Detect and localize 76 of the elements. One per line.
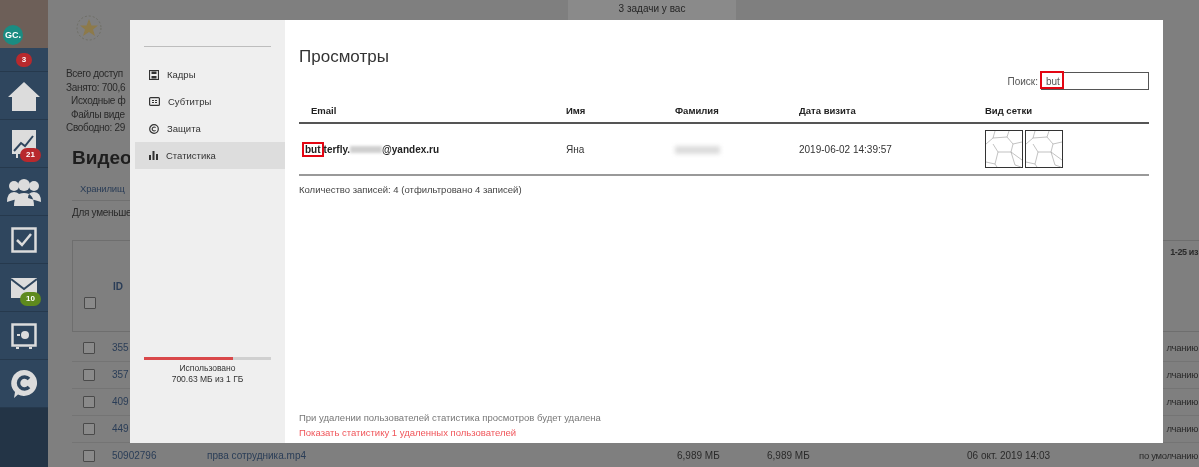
storage-info-text: Занято: 700,6	[66, 80, 126, 94]
nav-item[interactable]	[0, 168, 48, 216]
mail-icon	[11, 277, 37, 298]
table-cell: лчанию	[1166, 369, 1198, 380]
table-cell: 357	[112, 369, 129, 380]
row-checkbox[interactable]	[82, 341, 95, 354]
storage-info-text: Исходные ф	[70, 94, 126, 108]
storage-usage: 700.63 МБ из 1 ГБ	[171, 374, 244, 385]
safe-icon	[11, 322, 37, 349]
bar-chart-icon	[149, 151, 158, 160]
table-cell: 06 окт. 2019 14:03	[967, 450, 1051, 461]
row-checkbox[interactable]	[83, 296, 96, 309]
count-badge: 3	[15, 52, 33, 67]
table-cell: лчанию	[1166, 342, 1198, 353]
menu-item[interactable]: Субтитры	[135, 88, 285, 115]
count-badge: 21	[20, 148, 41, 162]
column-header: Фамилия	[675, 104, 719, 116]
table-cell: 6,989 МБ	[767, 450, 810, 461]
storage-info-text: Всего доступ	[66, 67, 123, 81]
star-logo-icon	[76, 14, 102, 44]
avatar-photo[interactable]: GC.	[0, 0, 48, 48]
search-field[interactable]: but	[1041, 72, 1149, 90]
menu-item[interactable]: Статистика	[135, 142, 285, 169]
table-cell: лчанию	[1166, 423, 1198, 434]
pagination-text: 1-25 из	[1169, 245, 1198, 259]
nav-item[interactable]	[0, 72, 48, 120]
table-cell: Яна	[566, 143, 585, 155]
column-header: Вид сетки	[985, 104, 1033, 116]
table-cell: прва сотрудника.mp4	[207, 450, 306, 461]
nav-item[interactable]	[0, 216, 48, 264]
record-count: Количество записей: 4 (отфильтровано 4 записей)	[299, 184, 522, 195]
row-checkbox[interactable]	[82, 368, 95, 381]
checkbox-icon	[11, 226, 37, 253]
row-checkbox[interactable]	[82, 449, 95, 462]
menu-item[interactable]: Защита	[135, 115, 285, 142]
table-cell: 355	[112, 342, 129, 353]
storage-label: Использовано	[179, 363, 236, 374]
menu-item[interactable]: Кадры	[135, 61, 285, 88]
hint-text: Для уменьше	[72, 205, 132, 220]
nav-item[interactable]	[0, 360, 48, 408]
table-cell: 6,989 МБ	[677, 450, 720, 461]
count-badge: 10	[20, 292, 41, 306]
users-icon	[6, 177, 42, 206]
deleted-users-link[interactable]: Показать статистику 1 удаленных пользователей	[299, 426, 517, 439]
blurred-text	[675, 145, 720, 154]
notification-row[interactable]: 3	[0, 48, 48, 72]
table-cell: 50902796	[112, 450, 157, 461]
table-cell: лчанию	[1166, 396, 1198, 407]
storage-info-text: Свободно: 29	[66, 121, 126, 135]
table-cell: по умолчанию	[1139, 450, 1198, 461]
chat-icon	[10, 368, 38, 399]
avatar-initials: GC.	[3, 25, 23, 45]
table-cell: 409	[112, 396, 129, 407]
search-label: Поиск:	[1007, 75, 1038, 87]
nav-item[interactable]	[0, 312, 48, 360]
deletion-note: При удалении пользователей статистика просмотров будет удалена	[299, 411, 601, 424]
storage-info-text: Файлы виде	[70, 107, 125, 121]
copyright-icon	[149, 123, 159, 134]
page-heading: Видео	[72, 145, 132, 170]
table-cell: 2019-06-02 14:39:57	[799, 143, 892, 155]
subtitles-icon	[149, 97, 160, 106]
chart-icon	[11, 128, 37, 159]
mesh-thumbnail	[985, 130, 1023, 168]
table-cell: 449	[112, 423, 129, 434]
row-checkbox[interactable]	[82, 395, 95, 408]
film-icon	[149, 69, 159, 80]
row-checkbox[interactable]	[82, 422, 95, 435]
column-header: Email	[311, 104, 337, 116]
tasks-notice: 3 задачи у вас	[568, 0, 736, 20]
home-icon	[7, 79, 41, 112]
column-header: Дата визита	[799, 104, 856, 116]
column-header: Имя	[566, 104, 586, 116]
nav-item[interactable]: 21	[0, 120, 48, 168]
modal-title: Просмотры	[299, 46, 389, 68]
mesh-thumbnail	[1025, 130, 1063, 168]
nav-item[interactable]: 10	[0, 264, 48, 312]
